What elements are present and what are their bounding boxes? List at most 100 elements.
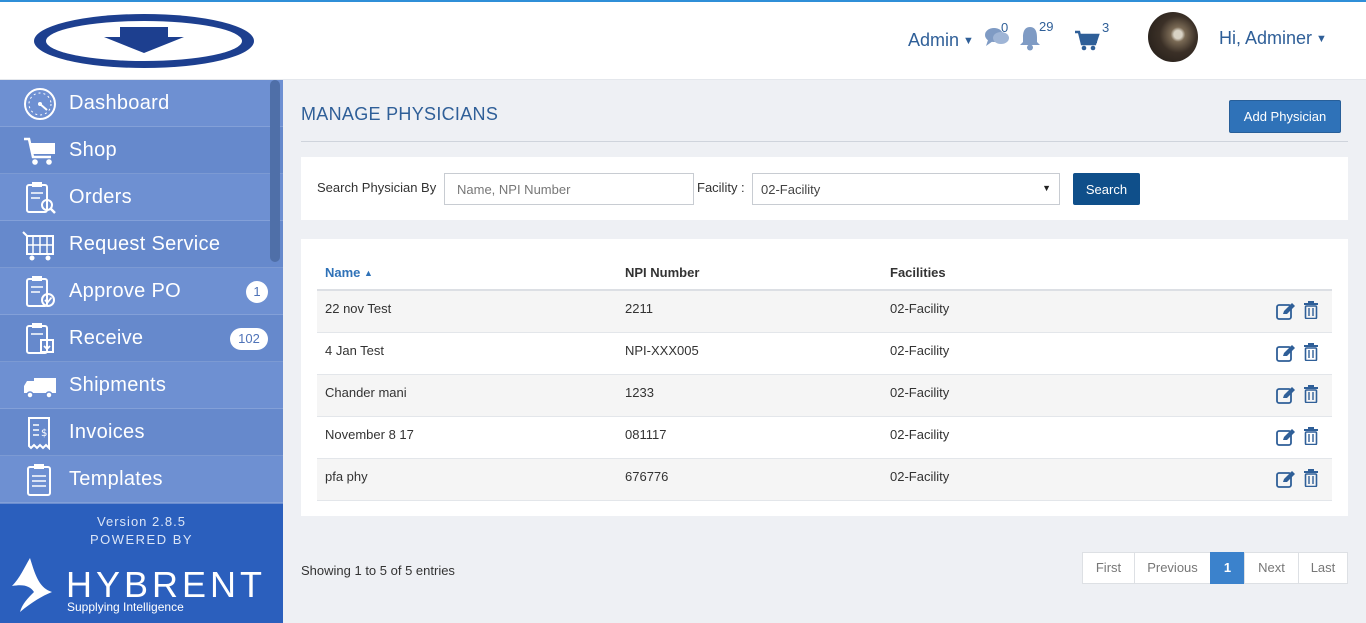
page-next-button[interactable]: Next <box>1244 552 1299 584</box>
sidebar-item-label: Invoices <box>69 421 145 443</box>
user-menu[interactable]: Hi, Adminer ▼ <box>1219 28 1327 49</box>
sidebar-item-label: Dashboard <box>69 92 170 114</box>
page-first-button[interactable]: First <box>1082 552 1135 584</box>
top-header: Admin ▼ 0 29 3 Hi, Adminer ▼ <box>0 2 1366 80</box>
facility-label: Facility : <box>697 180 745 195</box>
table-row: 22 nov Test 2211 02-Facility <box>317 291 1332 333</box>
avatar[interactable] <box>1148 12 1198 62</box>
sidebar-item-receive[interactable]: Receive 102 <box>0 315 283 362</box>
admin-menu[interactable]: Admin ▼ <box>908 30 974 51</box>
cell-name: 4 Jan Test <box>325 343 385 358</box>
version-text: Version 2.8.5 <box>97 514 186 529</box>
sidebar-item-request-service[interactable]: Request Service <box>0 221 283 268</box>
table-row: November 8 17 081117 02-Facility <box>317 417 1332 459</box>
cell-facility: 02-Facility <box>890 427 950 442</box>
cell-name: 22 nov Test <box>325 301 392 316</box>
column-header-name[interactable]: Name ▲ <box>325 265 373 280</box>
sidebar-footer: Version 2.8.5 POWERED BY HYBRENT Supplyi… <box>0 504 283 623</box>
edit-icon[interactable] <box>1276 302 1296 320</box>
svg-text:$: $ <box>41 428 47 439</box>
facility-select-value: 02-Facility <box>761 182 821 197</box>
cart-count: 3 <box>1102 20 1110 35</box>
company-logo[interactable] <box>30 11 258 71</box>
table-row: pfa phy 676776 02-Facility <box>317 459 1332 501</box>
search-label: Search Physician By <box>317 180 437 195</box>
search-input[interactable] <box>444 173 694 205</box>
cell-npi: 081117 <box>625 427 667 442</box>
messages-count: 0 <box>1001 20 1009 35</box>
admin-menu-label: Admin <box>908 30 960 50</box>
sidebar-scrollbar[interactable] <box>270 80 280 262</box>
table-row: 4 Jan Test NPI-XXX005 02-Facility <box>317 333 1332 375</box>
trash-icon[interactable] <box>1303 385 1319 403</box>
dashboard-icon <box>24 88 56 120</box>
column-header-facilities: Facilities <box>890 265 946 280</box>
receive-badge: 102 <box>230 328 268 350</box>
invoice-icon: $ <box>28 417 50 450</box>
brand-tagline: Supplying Intelligence <box>67 600 184 614</box>
sidebar-item-label: Shop <box>69 139 117 161</box>
trash-icon[interactable] <box>1303 469 1319 487</box>
trash-icon[interactable] <box>1303 343 1319 361</box>
sidebar-item-label: Shipments <box>69 374 167 396</box>
cell-facility: 02-Facility <box>890 385 950 400</box>
column-header-name-label: Name <box>325 265 361 280</box>
approve-po-badge: 1 <box>246 281 268 303</box>
sidebar-item-label: Receive <box>69 327 144 349</box>
request-service-icon <box>22 231 54 261</box>
cell-npi: NPI-XXX005 <box>625 343 699 358</box>
cell-npi: 1233 <box>625 385 654 400</box>
sidebar-item-dashboard[interactable]: Dashboard <box>0 80 283 127</box>
cart-icon <box>24 137 55 165</box>
sort-asc-icon: ▲ <box>364 268 373 278</box>
sidebar-item-templates[interactable]: Templates <box>0 456 283 503</box>
approve-po-icon <box>26 276 55 307</box>
templates-icon <box>27 464 51 496</box>
sidebar-item-label: Orders <box>69 186 132 208</box>
caret-down-icon: ▼ <box>963 35 974 47</box>
page-last-button[interactable]: Last <box>1298 552 1348 584</box>
sidebar-item-label: Templates <box>69 468 163 490</box>
facility-select[interactable]: 02-Facility ▼ <box>752 173 1060 205</box>
table-row: Chander mani 1233 02-Facility <box>317 375 1332 417</box>
sidebar-item-shop[interactable]: Shop <box>0 127 283 174</box>
edit-icon[interactable] <box>1276 428 1296 446</box>
sidebar-item-orders[interactable]: Orders <box>0 174 283 221</box>
entries-info: Showing 1 to 5 of 5 entries <box>301 563 455 578</box>
cart-icon[interactable] <box>1074 30 1100 52</box>
sidebar-item-shipments[interactable]: Shipments <box>0 362 283 409</box>
add-physician-button[interactable]: Add Physician <box>1229 100 1341 133</box>
trash-icon[interactable] <box>1303 301 1319 319</box>
table-body: 22 nov Test 2211 02-Facility 4 Jan Test … <box>317 291 1332 501</box>
powered-by-text: POWERED BY <box>89 532 194 547</box>
receive-icon <box>26 323 54 354</box>
notifications-count: 29 <box>1039 19 1054 34</box>
search-panel: Search Physician By Facility : 02-Facili… <box>301 157 1348 220</box>
edit-icon[interactable] <box>1276 386 1296 404</box>
truck-icon <box>24 378 56 399</box>
cell-name: pfa phy <box>325 469 368 484</box>
hybrent-bird-logo <box>12 558 52 612</box>
search-button[interactable]: Search <box>1073 173 1140 205</box>
cell-facility: 02-Facility <box>890 301 950 316</box>
page-current-button[interactable]: 1 <box>1210 552 1245 584</box>
title-divider <box>301 141 1348 142</box>
trash-icon[interactable] <box>1303 427 1319 445</box>
cell-facility: 02-Facility <box>890 469 950 484</box>
edit-icon[interactable] <box>1276 344 1296 362</box>
page-previous-button[interactable]: Previous <box>1134 552 1211 584</box>
cell-facility: 02-Facility <box>890 343 950 358</box>
sidebar-menu: Dashboard Shop Orders Request Service Ap… <box>0 80 283 503</box>
cell-npi: 676776 <box>625 469 669 484</box>
physicians-table: Name ▲ NPI Number Facilities 22 nov Test… <box>301 239 1348 516</box>
page-title: MANAGE PHYSICIANS <box>301 104 499 124</box>
sidebar-item-invoices[interactable]: $ Invoices <box>0 409 283 456</box>
caret-down-icon: ▼ <box>1042 183 1051 193</box>
sidebar-item-label: Request Service <box>69 233 221 255</box>
sidebar-item-approve-po[interactable]: Approve PO 1 <box>0 268 283 315</box>
caret-down-icon: ▼ <box>1316 33 1327 45</box>
edit-icon[interactable] <box>1276 470 1296 488</box>
orders-icon <box>26 182 56 214</box>
pagination: First Previous 1 Next Last <box>1082 552 1348 584</box>
sidebar-item-label: Approve PO <box>69 280 181 302</box>
